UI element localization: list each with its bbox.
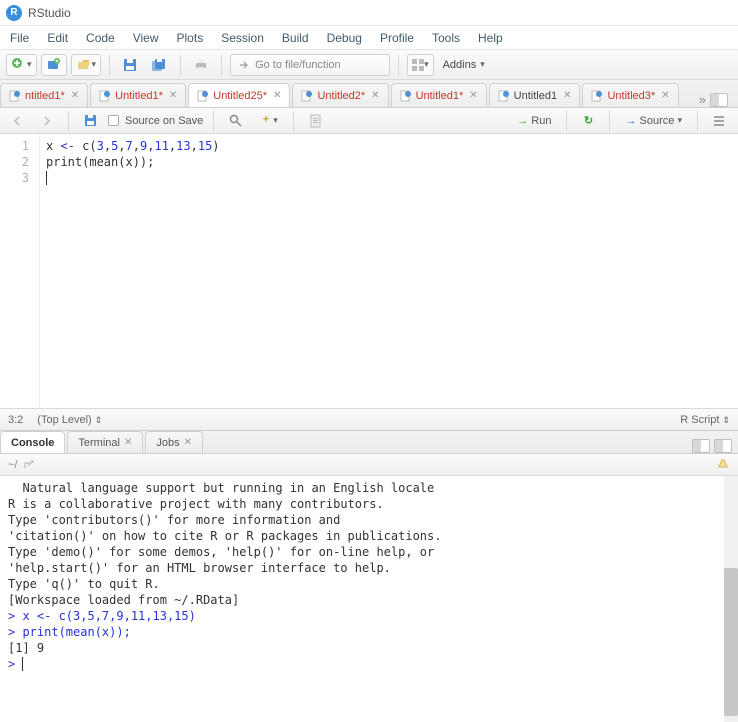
menu-tools[interactable]: Tools	[432, 31, 460, 45]
console-path-bar: ~/	[0, 454, 738, 476]
close-icon[interactable]: ✕	[469, 90, 477, 101]
main-toolbar: ▾ ▾ Go to file/function ▾ Addins ▾	[0, 50, 738, 80]
grid-button[interactable]: ▾	[407, 54, 434, 76]
compile-report-button[interactable]	[304, 110, 327, 132]
tab-label: Untitled25*	[213, 90, 267, 102]
scope-selector[interactable]: (Top Level) ⇕	[37, 414, 102, 426]
menu-debug[interactable]: Debug	[327, 31, 362, 45]
new-file-button[interactable]: ▾	[6, 54, 37, 76]
tab-label: Untitled3*	[607, 90, 655, 102]
pane-layout-button[interactable]	[710, 93, 728, 107]
open-file-button[interactable]: ▾	[71, 54, 102, 76]
chevron-down-icon: ▾	[27, 59, 32, 70]
menu-code[interactable]: Code	[86, 31, 115, 45]
menu-help[interactable]: Help	[478, 31, 503, 45]
editor-statusbar: 3:2 (Top Level) ⇕ R Script ⇕	[0, 408, 738, 430]
cursor-position: 3:2	[8, 414, 23, 426]
tab-label: Untitled1*	[416, 90, 464, 102]
clear-console-button[interactable]	[716, 457, 730, 472]
tab-label: Console	[11, 437, 54, 449]
language-selector[interactable]: R Script ⇕	[680, 414, 730, 426]
tab-overflow: »	[693, 92, 734, 107]
close-icon[interactable]: ✕	[371, 90, 379, 101]
line-gutter: 123	[0, 134, 40, 408]
menu-session[interactable]: Session	[221, 31, 264, 45]
editor-tab[interactable]: Untitled1 ✕	[489, 83, 581, 107]
editor-tab[interactable]: ntitled1* ✕	[0, 83, 88, 107]
menu-build[interactable]: Build	[282, 31, 309, 45]
console-tab-jobs[interactable]: Jobs ✕	[145, 431, 203, 453]
menu-plots[interactable]: Plots	[177, 31, 204, 45]
run-button[interactable]: → Run	[512, 110, 556, 132]
source-button[interactable]: → Source ▾	[620, 110, 687, 132]
outline-button[interactable]	[708, 110, 730, 132]
source-on-save-label: Source on Save	[125, 115, 203, 127]
tab-label: ntitled1*	[25, 90, 65, 102]
save-all-button[interactable]	[146, 54, 172, 76]
print-button[interactable]	[189, 54, 213, 76]
scrollbar-thumb[interactable]	[724, 568, 738, 716]
working-dir: ~/	[8, 459, 17, 471]
chevron-down-icon: ▾	[480, 59, 485, 70]
console-tab-console[interactable]: Console	[0, 431, 65, 453]
code-editor[interactable]: 123 x <- c(3,5,7,9,11,13,15)print(mean(x…	[0, 134, 738, 408]
close-icon[interactable]: ✕	[273, 90, 281, 101]
console-tab-terminal[interactable]: Terminal ✕	[67, 431, 143, 453]
tab-overflow-button[interactable]: »	[699, 92, 706, 107]
editor-tab[interactable]: Untitled3* ✕	[582, 83, 678, 107]
close-icon[interactable]: ✕	[184, 437, 192, 448]
editor-tab[interactable]: Untitled2* ✕	[292, 83, 388, 107]
menu-edit[interactable]: Edit	[47, 31, 68, 45]
save-button[interactable]	[79, 110, 102, 132]
title-bar: R RStudio	[0, 0, 738, 26]
close-icon[interactable]: ✕	[563, 90, 571, 101]
tab-label: Untitled1	[514, 90, 557, 102]
tab-label: Untitled1*	[115, 90, 163, 102]
tab-label: Jobs	[156, 437, 179, 449]
editor-tab[interactable]: Untitled1* ✕	[90, 83, 186, 107]
source-on-save-checkbox[interactable]	[108, 115, 119, 126]
addins-menu[interactable]: Addins ▾	[438, 54, 490, 76]
find-button[interactable]	[224, 110, 248, 132]
app-icon: R	[6, 5, 22, 21]
scrollbar-track[interactable]	[724, 476, 738, 722]
chevron-down-icon: ▾	[92, 59, 97, 70]
console-tabstrip: Console Terminal ✕ Jobs ✕	[0, 430, 738, 454]
menu-bar: File Edit Code View Plots Session Build Debug Pr…	[0, 26, 738, 50]
editor-tab[interactable]: Untitled1* ✕	[391, 83, 487, 107]
pane-max-button[interactable]	[714, 439, 732, 453]
editor-tab[interactable]: Untitled25* ✕	[188, 83, 290, 107]
new-project-button[interactable]	[41, 54, 67, 76]
goto-file-input[interactable]: Go to file/function	[230, 54, 390, 76]
close-icon[interactable]: ✕	[169, 90, 177, 101]
close-icon[interactable]: ✕	[124, 437, 132, 448]
tab-label: Untitled2*	[317, 90, 365, 102]
rerun-button[interactable]: ↻	[577, 110, 599, 132]
editor-toolbar: Source on Save ▾ → Run ↻ → Source ▾	[0, 108, 738, 134]
menu-view[interactable]: View	[133, 31, 159, 45]
code-area[interactable]: x <- c(3,5,7,9,11,13,15)print(mean(x));	[40, 134, 226, 408]
app-title: RStudio	[28, 6, 71, 20]
arrow-right-icon	[239, 60, 249, 70]
editor-tabstrip: ntitled1*✕Untitled1*✕Untitled25*✕Untitle…	[0, 80, 738, 108]
back-button[interactable]	[8, 110, 30, 132]
close-icon[interactable]: ✕	[661, 90, 669, 101]
close-icon[interactable]: ✕	[71, 90, 79, 101]
popout-icon[interactable]	[23, 460, 35, 470]
chevron-down-icon: ▾	[424, 59, 429, 70]
tab-label: Terminal	[78, 437, 120, 449]
code-tools-button[interactable]: ▾	[254, 110, 283, 132]
pane-min-button[interactable]	[692, 439, 710, 453]
menu-profile[interactable]: Profile	[380, 31, 414, 45]
menu-file[interactable]: File	[10, 31, 29, 45]
console[interactable]: Natural language support but running in …	[0, 476, 738, 716]
forward-button[interactable]	[36, 110, 58, 132]
save-button[interactable]	[118, 54, 142, 76]
